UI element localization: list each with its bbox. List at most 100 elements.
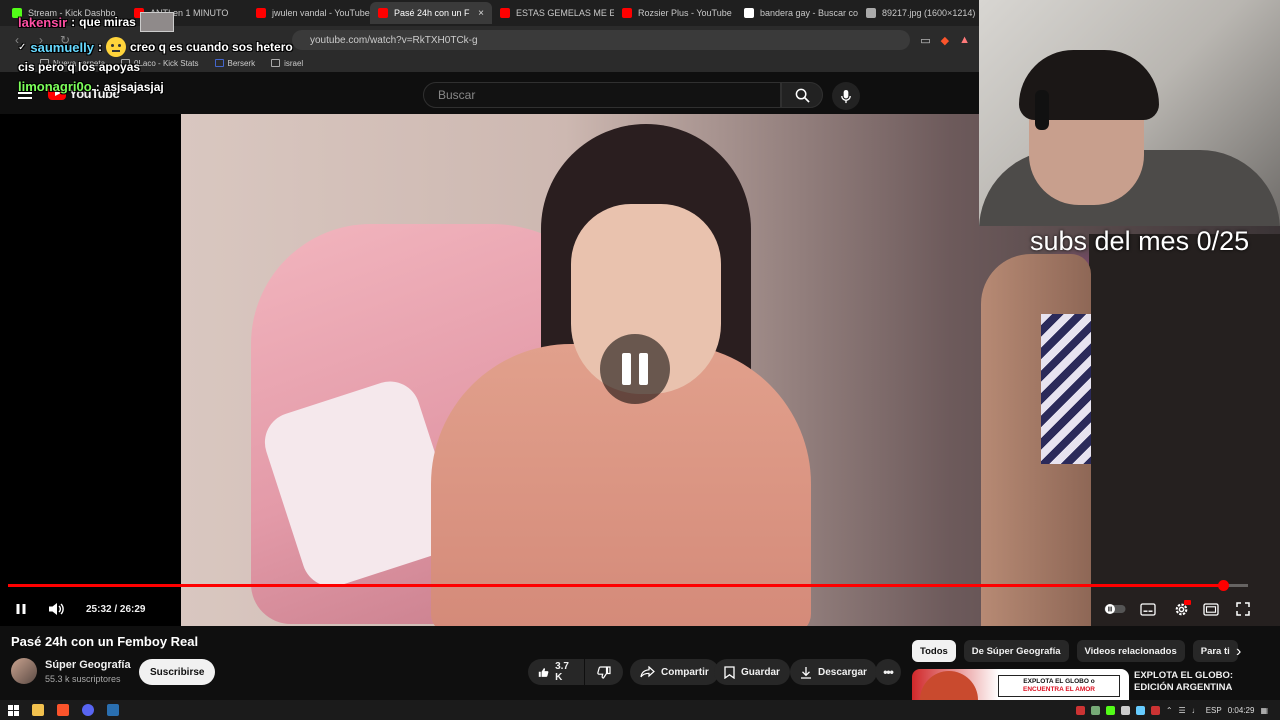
chat-username: saumuelly	[30, 39, 94, 55]
browser-tab[interactable]: jwulen vandal - YouTube	[248, 2, 370, 24]
chat-message: ✓ saumuelly: creo q es cuando sos hetero	[18, 37, 293, 57]
tab-favicon-icon	[866, 8, 876, 18]
url-field[interactable]: youtube.com/watch?v=RkTXH0TCk-g	[292, 30, 911, 50]
tray-app-icon[interactable]	[1120, 705, 1130, 715]
tab-label: bandera gay - Buscar con	[760, 8, 858, 18]
subtitles-button[interactable]	[1139, 601, 1157, 617]
browser-tab[interactable]: ESTAS GEMELAS ME ENA	[492, 2, 614, 24]
browser-tab[interactable]: Pasé 24h con un F ×	[370, 2, 492, 24]
chat-text: que miras	[79, 15, 136, 29]
windows-taskbar: ⌃ ☰ ♩ ESP 0:04:29 ▦	[0, 700, 1280, 720]
subscriber-count: 55.3 k suscriptores	[45, 674, 121, 684]
tray-app-icon[interactable]	[1075, 705, 1085, 715]
chip-para-ti[interactable]: Para ti	[1192, 640, 1238, 662]
thumbs-down-icon	[597, 665, 611, 679]
tab-label: Pasé 24h con un F	[394, 8, 470, 18]
center-pause-button[interactable]	[600, 334, 670, 404]
fullscreen-button[interactable]	[1235, 601, 1251, 617]
video-title: Pasé 24h con un Femboy Real	[11, 634, 199, 649]
volume-button[interactable]	[46, 600, 66, 618]
search-input[interactable]: Buscar	[423, 82, 781, 108]
bookmark-folder-israel[interactable]: israel	[271, 59, 303, 68]
voice-search-button[interactable]	[832, 82, 860, 110]
share-icon	[640, 666, 655, 678]
share-label: Compartir	[661, 666, 709, 678]
tray-app-icon[interactable]	[1150, 705, 1160, 715]
speaker-icon[interactable]: ♩	[1192, 706, 1200, 715]
subs-goal-text: subs del mes 0/25	[1030, 226, 1250, 256]
chat-username: limonagri0o	[18, 79, 92, 94]
more-actions-button[interactable]: •••	[875, 659, 901, 685]
progress-bar[interactable]	[8, 580, 1248, 591]
related-video-thumbnail[interactable]: EXPLOTA EL GLOBO o ENCUENTRA EL AMOR	[912, 669, 1129, 704]
channel-avatar[interactable]	[11, 658, 37, 684]
chat-message-continuation: cis pero q los apoyas	[18, 60, 140, 74]
autoplay-toggle-icon	[1104, 604, 1126, 614]
progress-played	[8, 584, 1223, 587]
cast-icon[interactable]: ▭	[920, 34, 930, 47]
chip-videos-relacionados[interactable]: Videos relacionados	[1076, 640, 1185, 662]
steam-icon[interactable]	[107, 704, 119, 716]
dislike-button[interactable]	[585, 659, 623, 685]
chat-text: cis pero q los apoyas	[18, 60, 141, 74]
webcam-overlay	[979, 0, 1280, 226]
chip-todos[interactable]: Todos	[912, 640, 956, 662]
headphones-icon	[1035, 90, 1049, 130]
tab-label: ESTAS GEMELAS ME ENA	[516, 8, 614, 18]
save-button[interactable]: Guardar	[714, 659, 790, 685]
fullscreen-icon	[1236, 602, 1250, 616]
search-icon	[795, 88, 810, 103]
bookmark-icon	[214, 59, 224, 67]
download-button[interactable]: Descargar	[790, 659, 877, 685]
tab-favicon-icon	[378, 8, 388, 18]
settings-button[interactable]	[1171, 599, 1191, 619]
time-display: 25:32 / 26:29	[76, 598, 156, 620]
browser-tab[interactable]: bandera gay - Buscar con	[736, 2, 858, 24]
discord-icon[interactable]	[82, 704, 94, 716]
tray-app-icon[interactable]	[1105, 705, 1115, 715]
chips-next-icon[interactable]: ›	[1236, 643, 1241, 661]
share-button[interactable]: Compartir	[630, 659, 719, 685]
tray-app-icon[interactable]	[1090, 705, 1100, 715]
download-icon	[801, 666, 811, 679]
windows-start-icon[interactable]	[8, 704, 19, 716]
progress-scrubber[interactable]	[1217, 580, 1229, 591]
bookmark-berserk[interactable]: Berserk	[214, 59, 255, 68]
browser-tab[interactable]: 89217.jpg (1600×1214)	[858, 2, 980, 24]
like-button[interactable]: 3.7 K	[528, 659, 584, 685]
clock[interactable]: 0:04:29	[1228, 706, 1255, 715]
hd-badge-icon	[1184, 600, 1191, 605]
subscribe-button[interactable]: Suscribirse	[139, 659, 216, 685]
tray-app-icon[interactable]	[1135, 705, 1145, 715]
subtitles-icon	[1140, 602, 1156, 616]
tab-label: jwulen vandal - YouTube	[272, 8, 370, 18]
video-scene-striped-sleeve	[1041, 314, 1091, 464]
tab-close-icon[interactable]: ×	[478, 8, 484, 19]
pause-button[interactable]	[13, 601, 29, 617]
pause-icon	[16, 604, 26, 614]
tab-favicon-icon	[256, 8, 266, 18]
notifications-icon[interactable]: ▦	[1260, 706, 1268, 715]
tab-favicon-icon	[622, 8, 632, 18]
chat-text: asjsajasjaj	[103, 79, 164, 94]
tab-label: Rozsier Plus - YouTube	[638, 8, 732, 18]
browser-tab[interactable]: Rozsier Plus - YouTube	[614, 2, 736, 24]
video-scene-shadow	[1089, 234, 1280, 626]
chat-username: lakensir	[18, 14, 68, 30]
network-icon[interactable]: ☰	[1179, 706, 1186, 715]
related-video-title[interactable]: EXPLOTA EL GLOBO: EDICIÓN ARGENTINA	[1134, 670, 1274, 694]
chip-de-super-geografia[interactable]: De Súper Geografía	[963, 640, 1069, 662]
rewards-icon[interactable]: ▲	[959, 34, 970, 47]
file-explorer-icon[interactable]	[32, 704, 44, 716]
language-indicator[interactable]: ESP	[1206, 706, 1222, 715]
system-tray: ⌃ ☰ ♩ ESP 0:04:29 ▦	[1075, 700, 1280, 720]
search-button[interactable]	[781, 82, 823, 108]
brave-browser-icon[interactable]	[57, 704, 69, 716]
thumbs-up-icon	[538, 667, 549, 677]
brave-shield-icon[interactable]: ◆	[941, 34, 949, 47]
autoplay-toggle[interactable]	[1104, 602, 1126, 616]
channel-name[interactable]: Súper Geografía	[45, 659, 131, 671]
thumbnail-caption-line: EXPLOTA EL GLOBO o	[1023, 678, 1095, 685]
theater-mode-button[interactable]	[1202, 601, 1220, 617]
chevron-up-icon[interactable]: ⌃	[1166, 706, 1173, 715]
